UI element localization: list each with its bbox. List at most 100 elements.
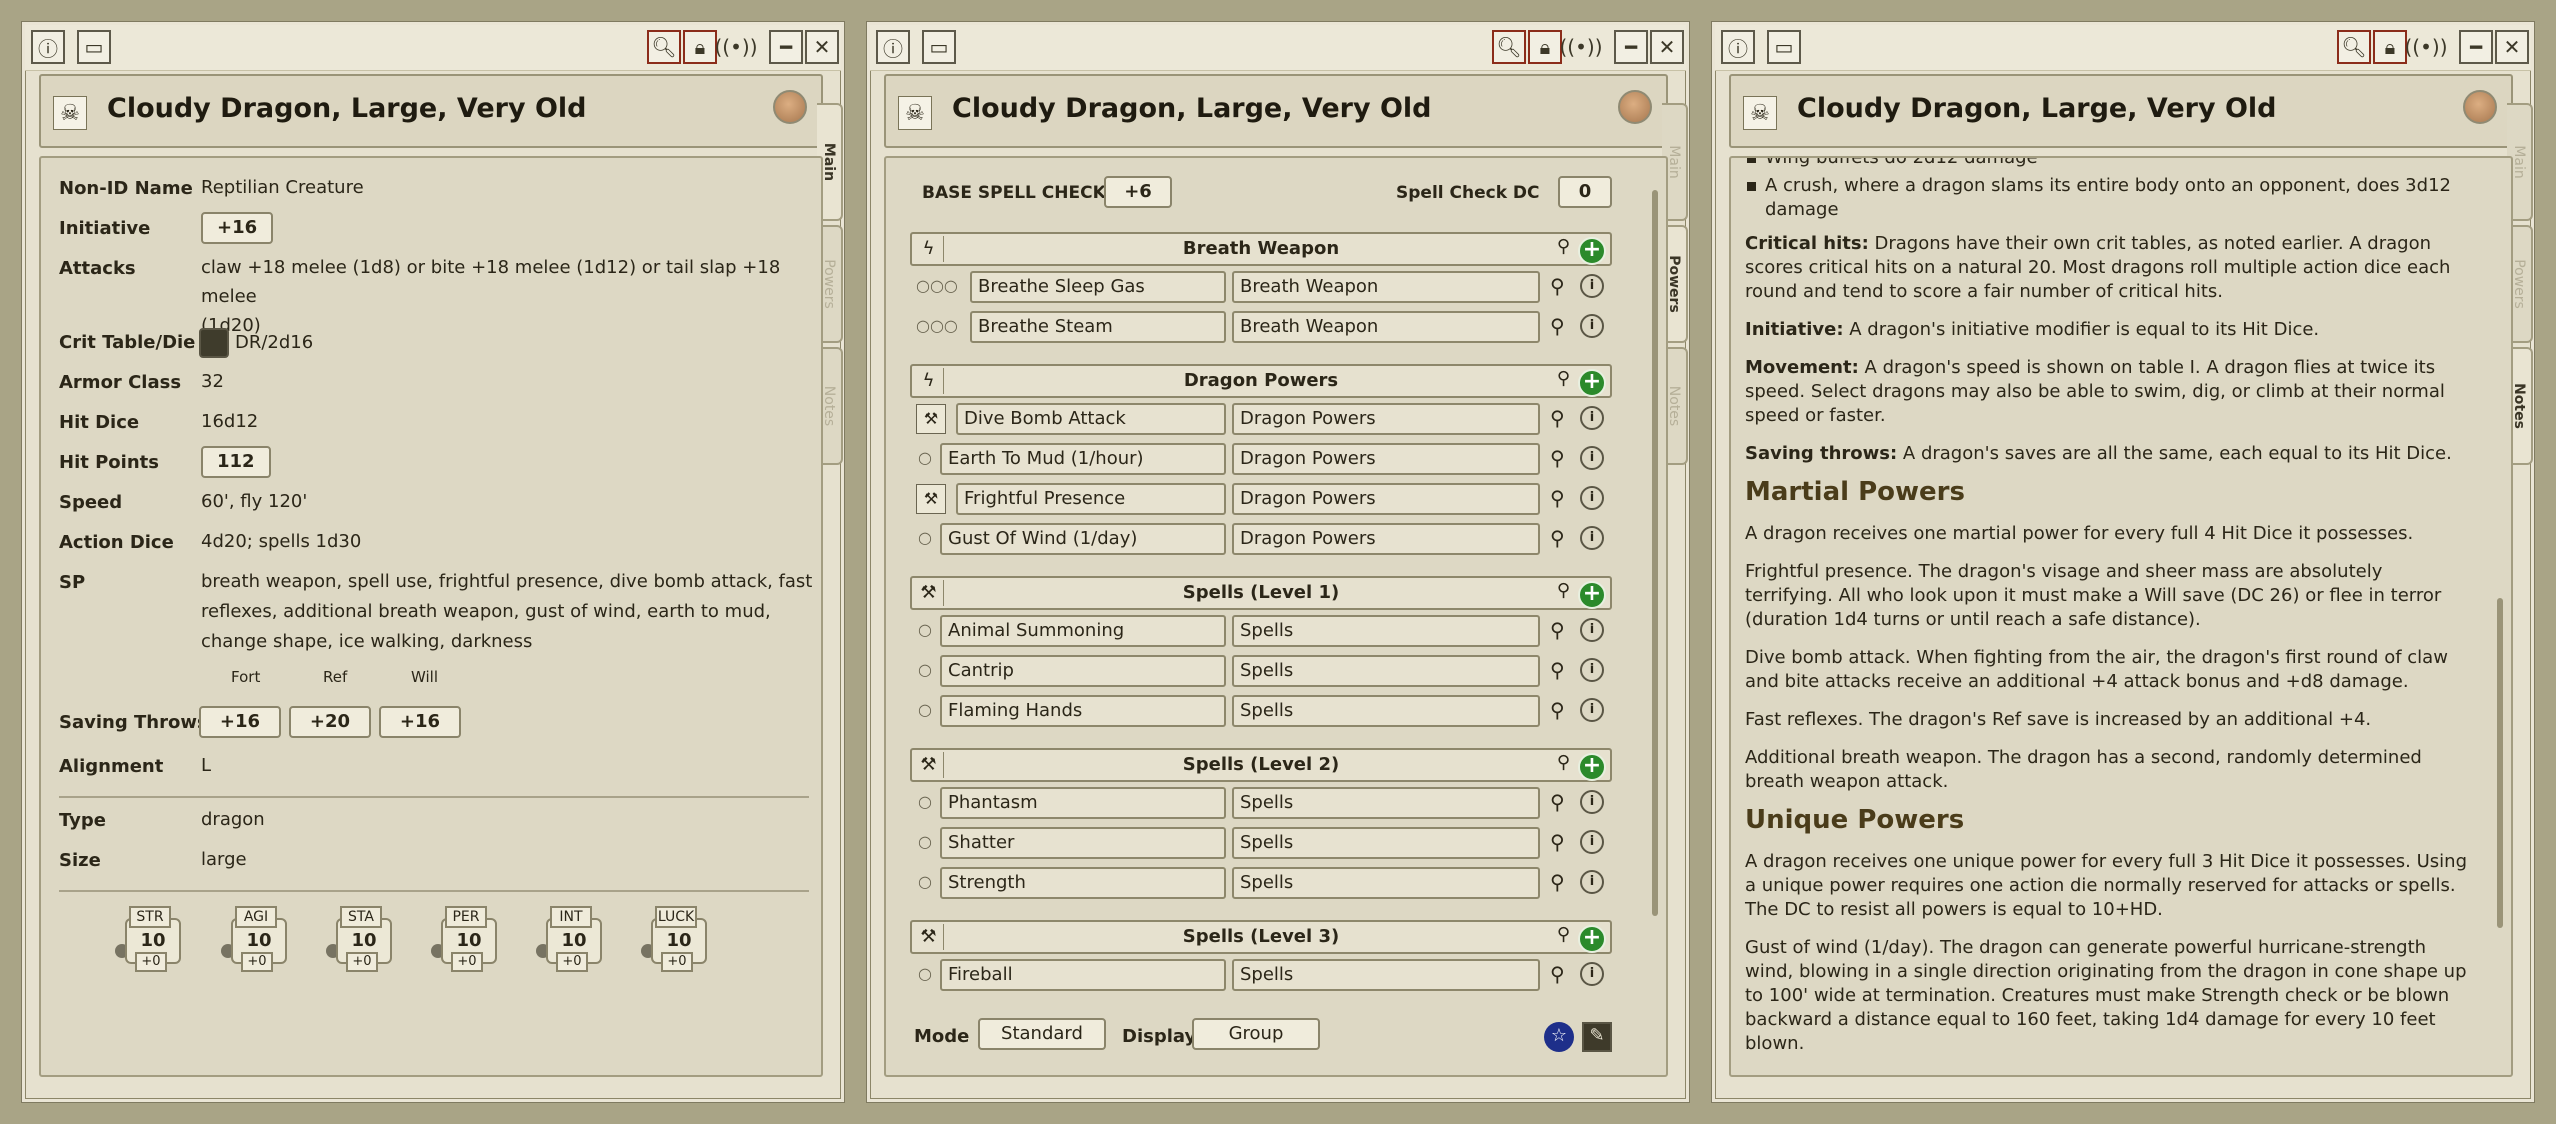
usage-dot[interactable]: ○ [918,528,932,547]
ability-per[interactable]: PER 10 +0 [431,906,497,972]
usage-dot[interactable]: ○ [918,620,932,639]
power-row[interactable]: ○ Strength Spells ⚲ i [910,866,1612,902]
search-icon[interactable]: ⚲ [1557,580,1570,601]
ability-agi[interactable]: AGI 10 +0 [221,906,287,972]
token-icon[interactable] [773,90,807,124]
search-icon[interactable]: 🔍︎ [647,30,681,64]
search-icon[interactable]: ⚲ [1557,236,1570,257]
chat-icon[interactable]: ▭ [922,30,956,64]
search-icon[interactable]: ⚲ [1557,368,1570,389]
group-spells-level-1[interactable]: ⚒ Spells (Level 1) ⚲ + [910,576,1612,610]
info-icon[interactable]: i [1580,658,1604,682]
search-icon[interactable]: ⚲ [1557,752,1570,773]
group-breath-weapon[interactable]: ϟ Breath Weapon ⚲ + [910,232,1612,266]
close-icon[interactable]: ✕ [805,30,839,64]
lock-icon[interactable]: 🔒︎ [2373,30,2407,64]
group-dragon-powers[interactable]: ϟ Dragon Powers ⚲ + [910,364,1612,398]
search-icon[interactable]: ⚲ [1550,658,1565,682]
ref-value[interactable]: +20 [289,706,371,738]
token-icon[interactable] [1618,90,1652,124]
size-value[interactable]: large [201,845,247,875]
search-icon[interactable]: 🔍︎ [1492,30,1526,64]
speed-value[interactable]: 60', fly 120' [201,487,307,517]
fort-value[interactable]: +16 [199,706,281,738]
ability-str[interactable]: STR 10 +0 [115,906,181,972]
power-row[interactable]: ○ Phantasm Spells ⚲ i [910,786,1612,822]
add-icon[interactable]: + [1578,369,1606,397]
usage-dot[interactable]: ○ [918,872,932,891]
search-icon[interactable]: ⚲ [1550,406,1565,430]
broadcast-icon[interactable]: ((•)) [1560,30,1603,64]
wand-icon[interactable]: ⚒ [916,404,946,434]
minimize-icon[interactable]: ━ [769,30,803,64]
info-icon[interactable]: i [1580,274,1604,298]
ability-int[interactable]: INT 10 +0 [536,906,602,972]
lock-icon[interactable]: 🔒︎ [1528,30,1562,64]
ability-sta[interactable]: STA 10 +0 [326,906,392,972]
search-icon[interactable]: ⚲ [1550,274,1565,298]
minimize-icon[interactable]: ━ [2459,30,2493,64]
ability-luck[interactable]: LUCK 10 +0 [641,906,707,972]
wand-icon[interactable]: ⚒ [916,484,946,514]
search-icon[interactable]: 🔍︎ [2337,30,2371,64]
power-row[interactable]: ○ Cantrip Spells ⚲ i [910,654,1612,690]
usage-dot[interactable]: ○ [918,964,932,983]
power-row[interactable]: ⚒ Frightful Presence Dragon Powers ⚲ i [910,482,1612,518]
broadcast-icon[interactable]: ((•)) [2405,30,2448,64]
add-icon[interactable]: + [1578,581,1606,609]
display-select[interactable]: Group [1192,1018,1320,1050]
info-icon[interactable]: i [1580,406,1604,430]
usage-dot[interactable]: ○ [918,700,932,719]
hd-value[interactable]: 16d12 [201,407,258,437]
usage-dots[interactable]: ○○○ [916,276,958,295]
info-icon[interactable]: i [1580,486,1604,510]
scrollbar[interactable] [2497,598,2503,928]
info-icon[interactable]: i [1580,526,1604,550]
info-icon[interactable]: i [1580,618,1604,642]
usage-dot[interactable]: ○ [918,448,932,467]
power-row[interactable]: ○ Gust Of Wind (1/day) Dragon Powers ⚲ i [910,522,1612,558]
crit-value[interactable]: DR/2d16 [235,332,313,353]
attacks-value[interactable]: claw +18 melee (1d8) or bite +18 melee (… [201,253,821,340]
search-icon[interactable]: ⚲ [1550,962,1565,986]
power-row[interactable]: ○ Fireball Spells ⚲ i [910,958,1612,994]
search-icon[interactable]: ⚲ [1550,526,1565,550]
search-icon[interactable]: ⚲ [1550,314,1565,338]
info-icon[interactable]: i [1580,830,1604,854]
power-row[interactable]: ○ Animal Summoning Spells ⚲ i [910,614,1612,650]
info-icon[interactable]: ⓘ [31,30,65,64]
search-icon[interactable]: ⚲ [1550,870,1565,894]
minimize-icon[interactable]: ━ [1614,30,1648,64]
search-icon[interactable]: ⚲ [1550,446,1565,470]
power-row[interactable]: ○ Flaming Hands Spells ⚲ i [910,694,1612,730]
search-icon[interactable]: ⚲ [1550,698,1565,722]
info-icon[interactable]: ⓘ [1721,30,1755,64]
initiative-value[interactable]: +16 [201,212,274,244]
usage-dots[interactable]: ○○○ [916,316,958,335]
power-row[interactable]: ○ Shatter Spells ⚲ i [910,826,1612,862]
hp-value[interactable]: 112 [201,446,271,478]
base-spell-check-value[interactable]: +6 [1104,176,1172,208]
nonid-value[interactable]: Reptilian Creature [201,173,364,203]
mode-select[interactable]: Standard [978,1018,1106,1050]
power-row[interactable]: ○ Earth To Mud (1/hour) Dragon Powers ⚲ i [910,442,1612,478]
info-icon[interactable]: ⓘ [876,30,910,64]
power-row[interactable]: ○○○ Breathe Steam Breath Weapon ⚲ i [910,310,1612,346]
crit-table-icon[interactable] [199,328,229,358]
ac-value[interactable]: 32 [201,367,224,397]
search-icon[interactable]: ⚲ [1550,790,1565,814]
group-spells-level-3[interactable]: ⚒ Spells (Level 3) ⚲ + [910,920,1612,954]
sp-value[interactable]: breath weapon, spell use, frightful pres… [201,567,812,657]
usage-dot[interactable]: ○ [918,660,932,679]
close-icon[interactable]: ✕ [1650,30,1684,64]
info-icon[interactable]: i [1580,870,1604,894]
lock-icon[interactable]: 🔒︎ [683,30,717,64]
group-spells-level-2[interactable]: ⚒ Spells (Level 2) ⚲ + [910,748,1612,782]
power-row[interactable]: ○○○ Breathe Sleep Gas Breath Weapon ⚲ i [910,270,1612,306]
add-icon[interactable]: + [1578,925,1606,953]
add-icon[interactable]: + [1578,237,1606,265]
info-icon[interactable]: i [1580,962,1604,986]
will-value[interactable]: +16 [379,706,461,738]
broadcast-icon[interactable]: ((•)) [715,30,758,64]
alignment-value[interactable]: L [201,751,211,781]
